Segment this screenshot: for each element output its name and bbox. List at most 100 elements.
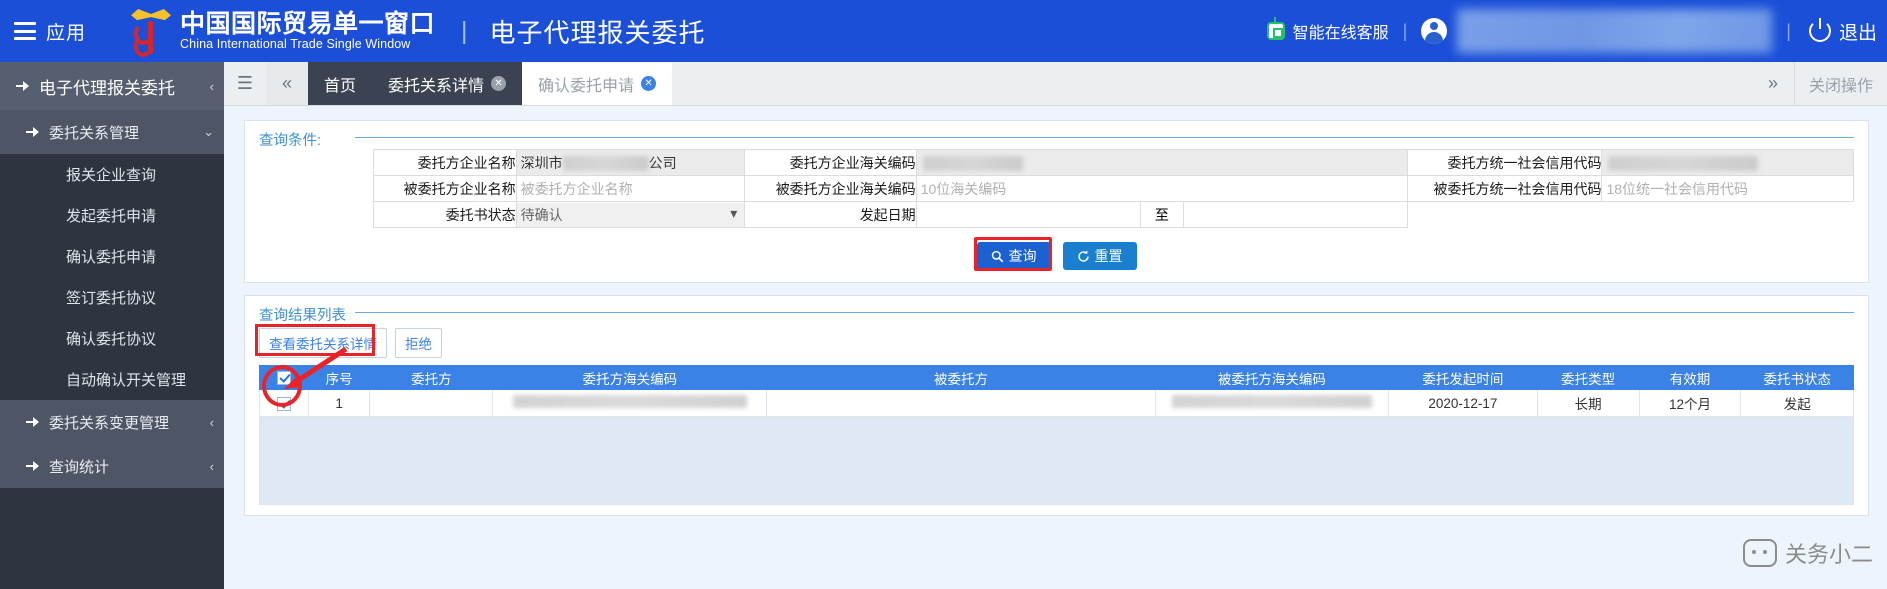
sidebar: 电子代理报关委托 ‹ 委托关系管理 ⌄ 报关企业查询 发起委托申请 确认委托申请… xyxy=(0,62,224,589)
chevron-left-icon[interactable]: ‹ xyxy=(210,459,214,474)
row-checkbox[interactable] xyxy=(276,396,291,411)
form-row-3: 委托书状态 待确认 发起日期 至 xyxy=(259,201,1854,228)
watermark-text: 关务小二 xyxy=(1784,542,1873,567)
sidebar-root-label: 电子代理报关委托 xyxy=(39,78,175,98)
cell-entrust-type: 长期 xyxy=(1536,389,1640,417)
sidebar-group-label: 查询统计 xyxy=(49,458,110,476)
field-entrust-status[interactable]: 待确认 xyxy=(515,201,746,228)
row-select-cell[interactable] xyxy=(259,389,309,417)
tab-label: 首页 xyxy=(324,77,357,95)
select-all-checkbox[interactable] xyxy=(276,371,291,386)
field-end-date[interactable] xyxy=(1183,201,1409,228)
consignee-name-input[interactable] xyxy=(516,176,745,201)
sidebar-item-root[interactable]: 电子代理报关委托 ‹ xyxy=(0,62,224,110)
tab-entrust-detail[interactable]: 委托关系详情 ✕ xyxy=(372,62,523,105)
sidebar-item-confirm-entrust-application[interactable]: 确认委托申请 xyxy=(0,236,224,277)
sidebar-group-label: 委托关系变更管理 xyxy=(49,414,170,432)
header-right-cluster: 智能在线客服 | | 退出 xyxy=(1266,0,1887,62)
search-button-label: 查询 xyxy=(1008,248,1037,264)
sidebar-item-initiate-entrust[interactable]: 发起委托申请 xyxy=(0,195,224,236)
results-empty-area xyxy=(259,417,1854,505)
consignor-name-suffix: 公司 xyxy=(648,154,677,171)
close-operations-button[interactable]: 关闭操作 xyxy=(1793,62,1887,105)
sidebar-item-label: 确认委托申请 xyxy=(66,249,157,266)
cell-consignor-code xyxy=(492,389,768,417)
column-consignor-code: 委托方海关编码 xyxy=(492,365,768,390)
apps-label[interactable]: 应用 xyxy=(46,18,86,45)
arrow-right-icon xyxy=(16,80,31,92)
field-consignor-customs-code[interactable] xyxy=(915,149,1409,176)
tab-home[interactable]: 首页 xyxy=(308,62,373,105)
tab-label: 委托关系详情 xyxy=(388,77,485,95)
field-consignee-name[interactable] xyxy=(515,175,746,202)
divider-2: | xyxy=(1786,20,1791,41)
sidebar-item-sign-entrust-agreement[interactable]: 签订委托协议 xyxy=(0,277,224,318)
column-index: 序号 xyxy=(307,365,371,390)
refresh-icon xyxy=(1077,249,1089,262)
arrow-right-icon xyxy=(26,460,41,472)
label-entrust-status: 委托书状态 xyxy=(372,201,517,228)
sidebar-item-declare-company-query[interactable]: 报关企业查询 xyxy=(0,154,224,195)
sidebar-group-query-statistics[interactable]: 查询统计 ‹ xyxy=(0,444,224,488)
chevron-left-icon[interactable]: ‹ xyxy=(210,415,214,430)
online-service-link[interactable]: 智能在线客服 xyxy=(1293,19,1389,43)
power-icon[interactable] xyxy=(1808,18,1831,42)
column-status: 委托书状态 xyxy=(1740,365,1854,390)
logout-button[interactable]: 退出 xyxy=(1839,18,1877,45)
form-row-2: 被委托方企业名称 被委托方企业海关编码 被委托方统一社会信用代码 xyxy=(259,175,1854,202)
field-consignee-customs-code[interactable] xyxy=(915,175,1409,202)
arrow-right-icon xyxy=(26,126,41,138)
chevron-left-icon[interactable]: ‹ xyxy=(210,79,214,94)
end-date-input[interactable] xyxy=(1184,202,1408,227)
field-consignee-credit-code[interactable] xyxy=(1601,175,1854,202)
reject-button[interactable]: 拒绝 xyxy=(395,328,442,358)
close-circle-icon[interactable]: ✕ xyxy=(491,76,507,91)
field-consignor-name[interactable]: 深圳市 公司 xyxy=(515,149,746,176)
consignee-customs-code-input[interactable] xyxy=(916,176,1408,201)
tab-confirm-entrust-application[interactable]: 确认委托申请 ✕ xyxy=(522,62,673,105)
module-title: 电子代理报关委托 xyxy=(489,17,706,48)
sidebar-group-label: 委托关系管理 xyxy=(49,124,140,142)
consignee-credit-code-input[interactable] xyxy=(1602,176,1853,201)
label-consignee-customs-code: 被委托方企业海关编码 xyxy=(744,175,917,202)
column-consignor: 委托方 xyxy=(369,365,494,390)
view-entrust-detail-button[interactable]: 查看委托关系详情 xyxy=(259,328,387,358)
query-buttons-row: 查询 重置 xyxy=(259,237,1854,272)
column-start-time: 委托发起时间 xyxy=(1388,365,1538,390)
sidebar-group-entrust-management[interactable]: 委托关系管理 ⌄ xyxy=(0,110,224,154)
start-date-input[interactable] xyxy=(916,202,1140,227)
global-menu-icon[interactable] xyxy=(14,22,36,40)
consignor-code-redacted xyxy=(512,395,748,408)
brand-block: 中国国际贸易单一窗口 China International Trade Sin… xyxy=(180,11,435,50)
robot-icon[interactable] xyxy=(1266,17,1286,43)
arrow-right-icon xyxy=(26,416,41,428)
tabbar-scroll-left-icon[interactable]: « xyxy=(266,62,308,105)
column-validity: 有效期 xyxy=(1638,365,1742,390)
form-row-1: 委托方企业名称 深圳市 公司 委托方企业海关编码 委托方统一社会信用代码 xyxy=(259,149,1854,176)
results-panel-title: 查询结果列表 xyxy=(259,304,354,325)
reset-button[interactable]: 重置 xyxy=(1062,242,1137,270)
app-header: 应用 中国国际贸易单一窗口 China International Trade … xyxy=(0,0,1887,62)
chevron-down-icon[interactable]: ⌄ xyxy=(203,124,214,140)
cell-status: 发起 xyxy=(1740,389,1854,417)
results-panel-rule xyxy=(355,312,1854,313)
sidebar-group-entrust-change-management[interactable]: 委托关系变更管理 ‹ xyxy=(0,400,224,444)
label-consignor-customs-code: 委托方企业海关编码 xyxy=(744,149,917,176)
sidebar-item-confirm-entrust-agreement[interactable]: 确认委托协议 xyxy=(0,318,224,359)
search-button[interactable]: 查询 xyxy=(976,242,1051,270)
field-start-date[interactable] xyxy=(915,201,1141,228)
avatar[interactable] xyxy=(1421,18,1448,44)
close-circle-icon[interactable]: ✕ xyxy=(641,76,657,91)
entrust-status-select[interactable]: 待确认 xyxy=(516,202,745,227)
sidebar-item-auto-confirm-switch[interactable]: 自动确认开关管理 xyxy=(0,359,224,400)
tabbar-menu-icon[interactable]: ☰ xyxy=(224,62,266,105)
entrust-status-select-wrap[interactable]: 待确认 xyxy=(516,202,745,227)
tabbar-scroll-right-icon[interactable]: » xyxy=(1752,62,1794,105)
label-date-to: 至 xyxy=(1139,201,1185,228)
field-consignor-credit-code[interactable] xyxy=(1601,149,1854,176)
table-row[interactable]: 1 2020-12-17 长期 12个月 发起 xyxy=(259,389,1854,417)
cell-validity: 12个月 xyxy=(1638,389,1742,417)
cell-consignor xyxy=(369,389,494,417)
panel-title: 查询条件: xyxy=(259,129,330,150)
select-all-header[interactable] xyxy=(259,365,309,390)
